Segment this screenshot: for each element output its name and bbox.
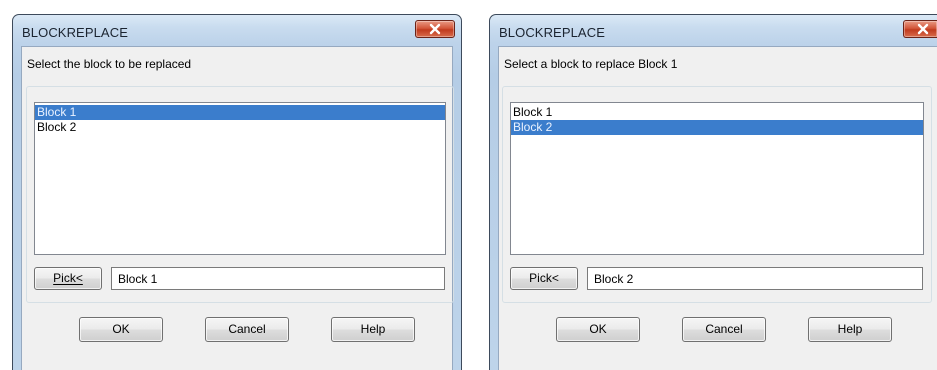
dialog-title: BLOCKREPLACE [499, 25, 605, 40]
selected-block-field[interactable] [587, 267, 923, 290]
block-listbox[interactable]: Block 1 Block 2 [34, 102, 446, 255]
cancel-button[interactable]: Cancel [682, 317, 766, 342]
prompt-text: Select a block to replace Block 1 [504, 57, 678, 71]
close-icon [917, 23, 929, 35]
ok-button[interactable]: OK [79, 317, 163, 342]
help-button[interactable]: Help [808, 317, 892, 342]
help-button[interactable]: Help [331, 317, 415, 342]
block-selection-group: Block 1 Block 2 Pick< [502, 86, 932, 303]
close-icon [429, 23, 441, 35]
ok-button[interactable]: OK [556, 317, 640, 342]
dialog-title: BLOCKREPLACE [22, 25, 128, 40]
list-item-block-1[interactable]: Block 1 [511, 105, 923, 120]
pick-button-label: Pick< [529, 271, 559, 285]
list-item-block-2[interactable]: Block 2 [35, 120, 445, 135]
blockreplace-dialog-select-source: BLOCKREPLACE Select the block to be repl… [12, 14, 462, 370]
dialog-client-area: Select the block to be replaced Block 1 … [21, 46, 454, 370]
pick-button-label: Pick< [53, 271, 83, 285]
pick-button[interactable]: Pick< [34, 267, 102, 290]
pick-button[interactable]: Pick< [510, 267, 578, 290]
cancel-button[interactable]: Cancel [205, 317, 289, 342]
list-item-block-2[interactable]: Block 2 [511, 120, 923, 135]
dialog-client-area: Select a block to replace Block 1 Block … [498, 46, 937, 370]
close-button[interactable] [903, 20, 937, 38]
close-button[interactable] [415, 20, 455, 38]
blockreplace-dialog-select-replacement: BLOCKREPLACE Select a block to replace B… [489, 14, 937, 370]
list-item-block-1[interactable]: Block 1 [35, 105, 445, 120]
selected-block-field[interactable] [111, 267, 445, 290]
block-listbox[interactable]: Block 1 Block 2 [510, 102, 924, 255]
prompt-text: Select the block to be replaced [27, 57, 192, 71]
block-selection-group: Block 1 Block 2 Pick< [26, 86, 454, 303]
